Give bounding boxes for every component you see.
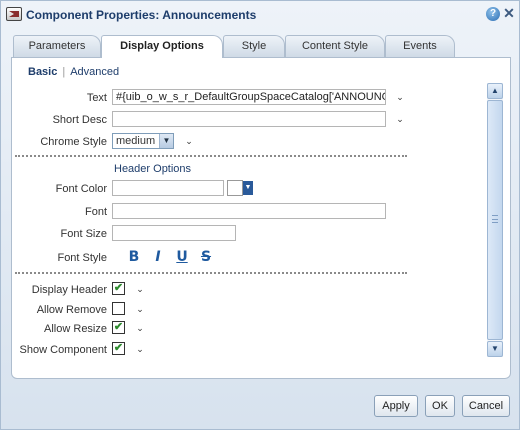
scroll-grip-icon — [492, 215, 498, 223]
scroll-thumb[interactable] — [487, 100, 503, 340]
title-bar: Component Properties: Announcements ? ✕ — [1, 1, 519, 29]
text-input[interactable]: #{uib_o_w_s_r_DefaultGroupSpaceCatalog['… — [112, 89, 386, 105]
close-icon[interactable]: ✕ — [502, 6, 516, 21]
bold-icon[interactable]: B — [125, 248, 143, 266]
tab-parameters[interactable]: Parameters — [13, 35, 101, 57]
allow-resize-chevron-icon[interactable]: ⌄ — [135, 323, 145, 333]
chrome-style-select[interactable]: medium ▼ — [112, 133, 174, 149]
tab-content-style[interactable]: Content Style — [285, 35, 385, 57]
font-size-label: Font Size — [60, 228, 107, 240]
subnav-separator: | — [62, 66, 66, 78]
app-icon — [6, 7, 22, 21]
text-menu-chevron-icon[interactable]: ⌄ — [395, 92, 405, 102]
chrome-style-dropdown-icon[interactable]: ▼ — [159, 134, 173, 148]
font-style-label: Font Style — [57, 252, 107, 264]
tab-events[interactable]: Events — [385, 35, 455, 57]
show-component-label: Show Component — [19, 344, 107, 356]
font-color-label: Font Color — [55, 183, 107, 195]
text-label: Text — [86, 92, 107, 104]
subnav-basic[interactable]: Basic — [28, 66, 57, 78]
short-desc-label: Short Desc — [52, 114, 107, 126]
header-options-title: Header Options — [114, 163, 192, 175]
ok-button[interactable]: OK — [425, 395, 455, 417]
color-swatch[interactable] — [227, 180, 243, 196]
display-header-checkbox[interactable]: ✔ — [112, 282, 125, 295]
help-icon[interactable]: ? — [486, 7, 500, 21]
short-desc-menu-chevron-icon[interactable]: ⌄ — [395, 114, 405, 124]
font-label: Font — [84, 206, 107, 218]
scroll-up-icon[interactable]: ▲ — [487, 83, 503, 99]
underline-icon[interactable]: U — [173, 248, 191, 266]
allow-remove-checkbox[interactable] — [112, 302, 125, 315]
short-desc-input[interactable] — [112, 111, 386, 127]
allow-resize-checkbox[interactable]: ✔ — [112, 321, 125, 334]
font-color-input[interactable] — [112, 180, 224, 196]
tab-style[interactable]: Style — [223, 35, 285, 57]
allow-remove-chevron-icon[interactable]: ⌄ — [135, 304, 145, 314]
allow-remove-label: Allow Remove — [36, 304, 107, 316]
font-size-input[interactable] — [112, 225, 236, 241]
font-input[interactable] — [112, 203, 386, 219]
component-properties-dialog: Component Properties: Announcements ? ✕ … — [0, 0, 520, 430]
show-component-chevron-icon[interactable]: ⌄ — [135, 344, 145, 354]
subnav-advanced[interactable]: Advanced — [70, 66, 119, 78]
strikethrough-icon[interactable]: S — [197, 248, 215, 266]
chrome-style-value: medium — [116, 135, 156, 147]
allow-resize-label: Allow Resize — [44, 323, 107, 335]
subnav: Basic | Advanced — [28, 66, 119, 78]
chrome-style-menu-chevron-icon[interactable]: ⌄ — [184, 136, 194, 146]
vertical-scrollbar[interactable]: ▲ ▼ — [487, 83, 503, 357]
chrome-style-label: Chrome Style — [40, 136, 107, 148]
apply-button[interactable]: Apply — [374, 395, 418, 417]
cancel-button[interactable]: Cancel — [462, 395, 510, 417]
divider — [15, 155, 407, 157]
tab-bar: Parameters Display Options Style Content… — [11, 35, 511, 58]
color-picker-dropdown-icon[interactable]: ▼ — [243, 181, 253, 195]
display-header-chevron-icon[interactable]: ⌄ — [135, 284, 145, 294]
italic-icon[interactable]: I — [149, 248, 167, 266]
scroll-down-icon[interactable]: ▼ — [487, 341, 503, 357]
divider — [15, 272, 407, 274]
tab-display-options[interactable]: Display Options — [101, 35, 223, 58]
display-header-label: Display Header — [31, 284, 107, 296]
dialog-title: Component Properties: Announcements — [26, 8, 257, 22]
show-component-checkbox[interactable]: ✔ — [112, 342, 125, 355]
